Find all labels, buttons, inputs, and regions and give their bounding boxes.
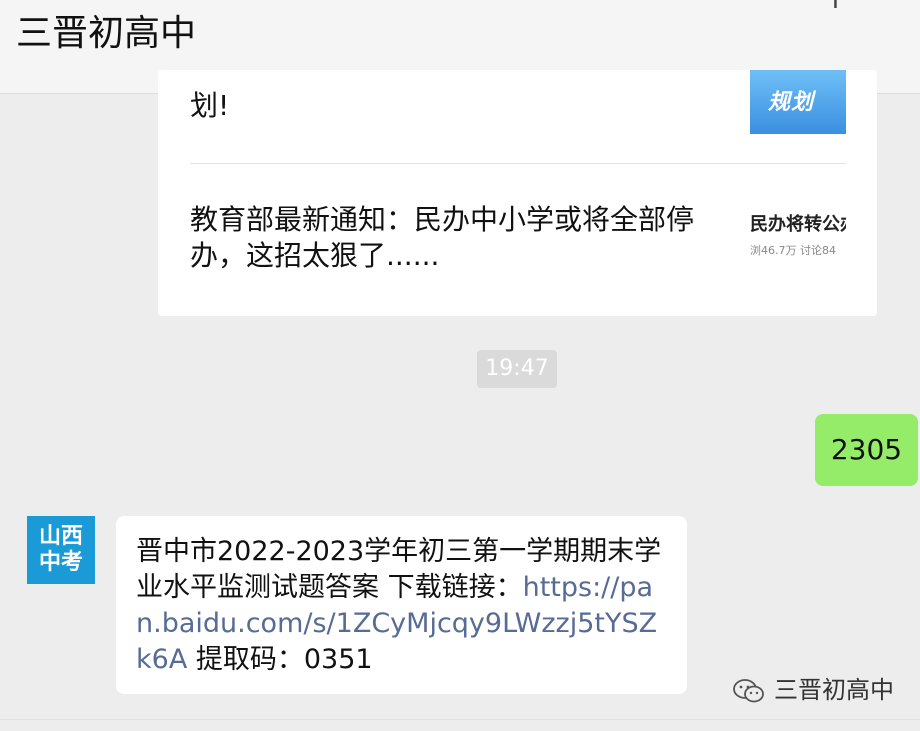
thumbnail-text: 规划 xyxy=(768,90,815,115)
article-thumbnail: 规划 xyxy=(750,70,846,134)
article-item[interactable]: 教育部最新通知：民办中小学或将全部停办，这招太狠了...... 民办将转公办 浏… xyxy=(190,164,846,314)
article-title: 教育部最新通知：民办中小学或将全部停办，这招太狠了...... xyxy=(190,203,695,272)
avatar-line1: 山西 xyxy=(38,524,83,549)
incoming-message-bubble[interactable]: 晋中市2022-2023学年初三第一学期期末学业水平监测试题答案 下载链接：ht… xyxy=(116,516,687,694)
plus-icon[interactable]: + xyxy=(823,0,848,14)
chat-title: 三晋初高中 xyxy=(16,13,197,54)
watermark-text: 三晋初高中 xyxy=(774,676,894,704)
article-card[interactable]: 划! 规划 教育部最新通知：民办中小学或将全部停办，这招太狠了...... 民办… xyxy=(158,70,877,316)
wechat-icon xyxy=(733,679,764,703)
article-thumbnail: 民办将转公办 浏46.7万 讨论84 xyxy=(750,200,846,264)
avatar-line2: 中考 xyxy=(38,550,83,575)
extraction-code: 提取码：0351 xyxy=(187,644,373,675)
outgoing-message-bubble[interactable]: 2305 xyxy=(815,414,918,486)
article-item[interactable]: 划! 规划 xyxy=(190,70,846,162)
watermark: 三晋初高中 xyxy=(732,675,894,705)
article-title: 划! xyxy=(190,89,230,122)
timestamp: 19:47 xyxy=(477,350,557,388)
divider xyxy=(0,719,920,720)
avatar[interactable]: 山西 中考 xyxy=(27,516,95,584)
thumbnail-headline: 民办将转公办 xyxy=(750,214,846,235)
thumbnail-meta: 浏46.7万 讨论84 xyxy=(750,244,836,257)
